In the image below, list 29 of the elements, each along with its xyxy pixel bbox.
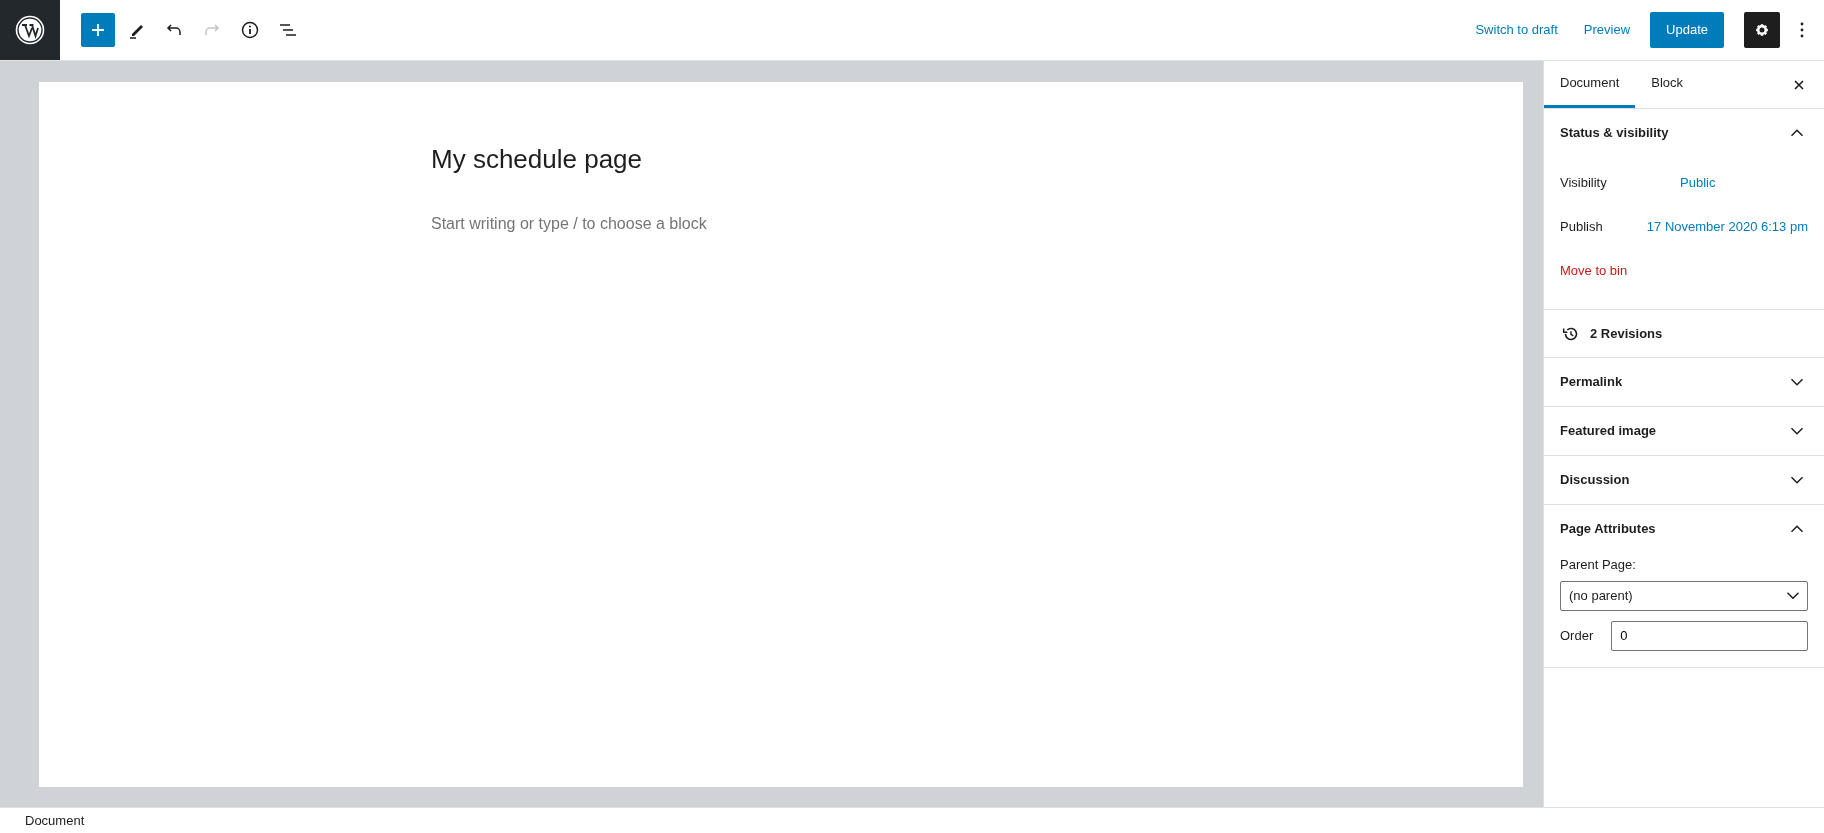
value-link[interactable]: 17 November 2020 6:13 pm <box>1646 217 1808 237</box>
block-placeholder[interactable]: Start writing or type / to choose a block <box>431 212 1131 237</box>
field-label: Parent Page: <box>1560 556 1637 574</box>
revisions-button[interactable]: 2 Revisions <box>1544 310 1824 357</box>
switch-to-draft-link[interactable]: Switch to draft <box>1465 14 1568 46</box>
preview-link[interactable]: Preview <box>1573 14 1641 46</box>
panel-toggle[interactable]: Permalink <box>1544 358 1824 406</box>
panel-toggle[interactable]: Page Attributes <box>1544 505 1824 553</box>
panel-toggle[interactable]: Status & visibility <box>1544 109 1824 157</box>
update-button[interactable]: Update <box>1650 12 1724 48</box>
field-label: Visibility <box>1560 174 1608 193</box>
breadcrumb-link[interactable]: Document <box>25 810 85 831</box>
sidebar-tab[interactable]: Block <box>1635 61 1700 108</box>
field-label: Publish <box>1560 218 1604 237</box>
move-to-bin-link[interactable]: Move to bin <box>1560 261 1628 281</box>
page-title[interactable]: My schedule page <box>431 144 1131 176</box>
value-link[interactable]: Public <box>1680 173 1716 193</box>
field-label: Order <box>1560 626 1594 645</box>
panel-toggle[interactable]: Featured image <box>1544 407 1824 455</box>
parent-page-select[interactable]: (no parent) <box>1560 580 1808 611</box>
settings-button[interactable] <box>1744 12 1780 48</box>
logo-tile[interactable] <box>0 0 60 60</box>
more-icon <box>1800 22 1804 38</box>
order-field[interactable]: 0 <box>1611 620 1808 651</box>
add-block-button[interactable] <box>81 13 115 47</box>
wordpress-logo-icon <box>15 15 45 45</box>
panel-toggle[interactable]: Discussion <box>1544 456 1824 504</box>
chevron-down-icon <box>1787 592 1799 599</box>
sidebar-tab[interactable]: Document <box>1544 61 1636 108</box>
